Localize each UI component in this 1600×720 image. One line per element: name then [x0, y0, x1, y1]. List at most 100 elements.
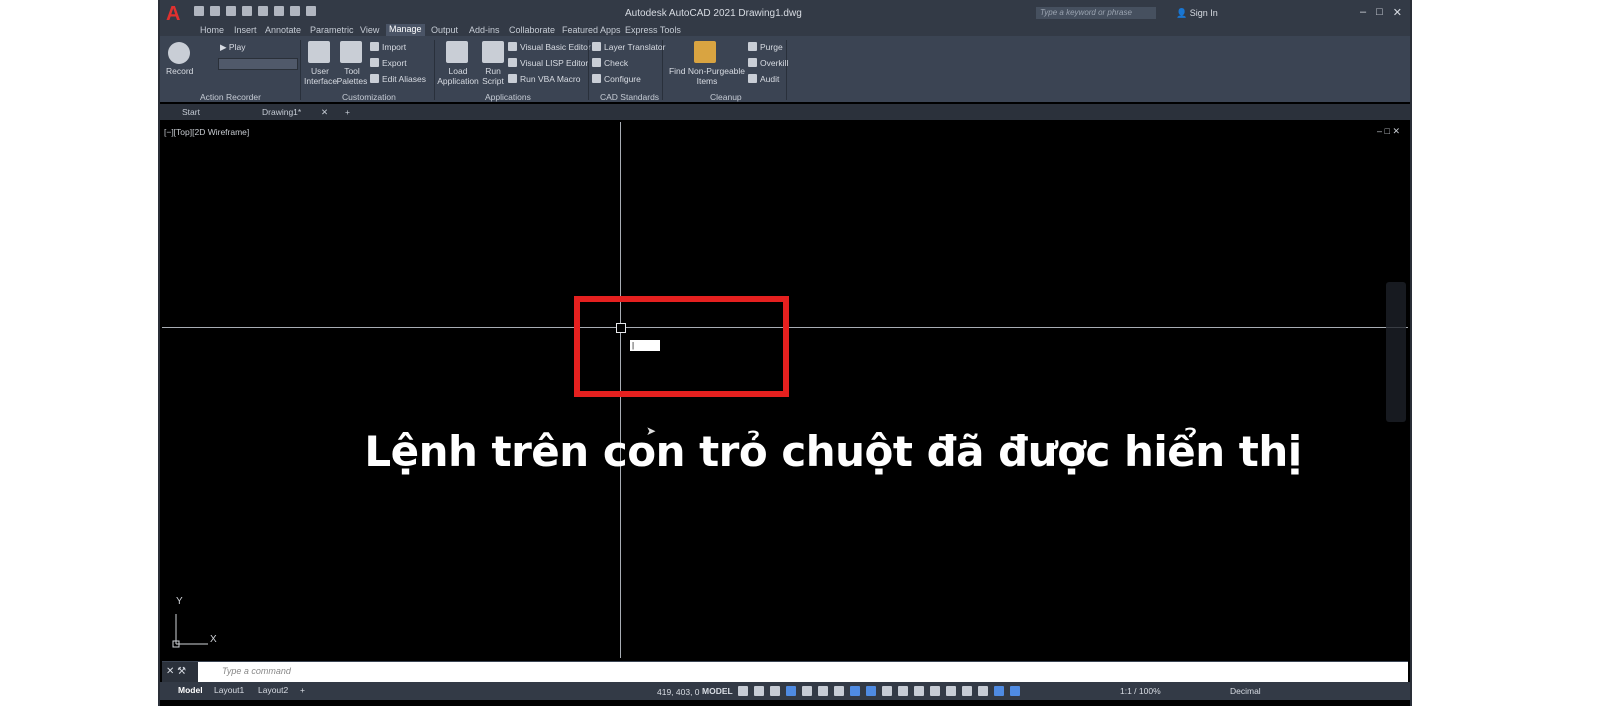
record-icon[interactable]: [168, 42, 190, 64]
lineweight-icon[interactable]: [882, 686, 892, 696]
user-interface-button[interactable]: User Interface: [304, 66, 337, 86]
navigation-bar[interactable]: [1386, 282, 1406, 422]
command-input[interactable]: Type a command: [222, 666, 291, 676]
layer-translator-button[interactable]: Layer Translator: [592, 42, 665, 52]
record-button[interactable]: Record: [166, 66, 193, 76]
visual-basic-editor-button[interactable]: Visual Basic Editor: [508, 42, 591, 52]
grid-icon[interactable]: [738, 686, 748, 696]
minimize-icon[interactable]: –: [1360, 6, 1366, 19]
autocad-logo-icon[interactable]: A: [166, 4, 186, 24]
snap-icon[interactable]: [754, 686, 764, 696]
edit-aliases-icon: [370, 74, 379, 83]
user-interface-icon[interactable]: [308, 41, 330, 63]
run-script-button[interactable]: Run Script: [480, 66, 506, 86]
tab-layout1[interactable]: Layout1: [214, 685, 244, 695]
find-broom-icon[interactable]: [694, 41, 716, 63]
infer-constraints-icon[interactable]: [770, 686, 780, 696]
run-vba-macro-button[interactable]: Run VBA Macro: [508, 74, 580, 84]
plot-icon[interactable]: [258, 6, 268, 16]
ucs-icon: Y X: [172, 596, 232, 653]
save-as-icon[interactable]: [242, 6, 252, 16]
search-input[interactable]: Type a keyword or phrase: [1036, 7, 1156, 19]
tab-model[interactable]: Model: [178, 685, 203, 695]
open-icon[interactable]: [210, 6, 220, 16]
check-button[interactable]: Check: [592, 58, 628, 68]
redo-icon[interactable]: [306, 6, 316, 16]
export-button[interactable]: Export: [370, 58, 407, 68]
command-line-controls[interactable]: ✕ ⚒: [162, 662, 198, 682]
close-tab-icon[interactable]: ✕: [321, 107, 328, 118]
sign-in-button[interactable]: 👤 Sign In: [1176, 8, 1218, 19]
tab-home[interactable]: Home: [200, 25, 224, 35]
tool-palettes-button[interactable]: Tool Palettes: [336, 66, 368, 86]
dynamic-input-icon[interactable]: [786, 686, 796, 696]
3d-osnap-icon[interactable]: [930, 686, 940, 696]
print-icon[interactable]: [274, 6, 284, 16]
auto-scale-icon[interactable]: [1010, 686, 1020, 696]
macro-dropdown[interactable]: [218, 58, 298, 70]
overkill-button[interactable]: Overkill: [748, 58, 788, 68]
gizmo-icon[interactable]: [978, 686, 988, 696]
tab-express-tools[interactable]: Express Tools: [625, 25, 681, 35]
visual-lisp-editor-button[interactable]: Visual LISP Editor: [508, 58, 588, 68]
model-space-button[interactable]: MODEL: [702, 686, 733, 696]
tab-output[interactable]: Output: [431, 25, 458, 35]
isodraft-icon[interactable]: [834, 686, 844, 696]
tab-manage[interactable]: Manage: [386, 24, 425, 36]
transparency-icon[interactable]: [898, 686, 908, 696]
tab-annotate[interactable]: Annotate: [265, 25, 301, 35]
load-application-icon[interactable]: [446, 41, 468, 63]
tab-add-ins[interactable]: Add-ins: [469, 25, 500, 35]
tab-start[interactable]: Start: [182, 107, 200, 117]
tab-drawing1[interactable]: Drawing1*: [262, 107, 301, 117]
tool-palettes-icon[interactable]: [340, 41, 362, 63]
overkill-label: Overkill: [760, 58, 789, 68]
export-icon: [370, 58, 379, 67]
new-icon[interactable]: [194, 6, 204, 16]
add-layout-icon[interactable]: +: [300, 685, 305, 695]
load-application-button[interactable]: Load Application: [436, 66, 480, 86]
viewport-controls-label[interactable]: [−][Top][2D Wireframe]: [164, 127, 249, 137]
undo-icon[interactable]: [290, 6, 300, 16]
drafting-tools: [738, 686, 1020, 696]
drawing-viewport[interactable]: [−][Top][2D Wireframe] – □ ✕ | ➤ Lệnh tr…: [162, 122, 1408, 658]
configure-button[interactable]: Configure: [592, 74, 641, 84]
maximize-icon[interactable]: □: [1376, 6, 1383, 19]
edit-aliases-button[interactable]: Edit Aliases: [370, 74, 426, 84]
import-button[interactable]: Import: [370, 42, 406, 52]
audit-button[interactable]: Audit: [748, 74, 779, 84]
selection-cycling-icon[interactable]: [914, 686, 924, 696]
object-snap-icon[interactable]: [866, 686, 876, 696]
run-macro-icon: [508, 74, 517, 83]
object-snap-tracking-icon[interactable]: [850, 686, 860, 696]
tab-collaborate[interactable]: Collaborate: [509, 25, 555, 35]
tab-insert[interactable]: Insert: [234, 25, 257, 35]
dynamic-ucs-icon[interactable]: [946, 686, 956, 696]
run-script-icon[interactable]: [482, 41, 504, 63]
tab-featured-apps[interactable]: Featured Apps: [562, 25, 621, 35]
annotation-scale[interactable]: 1:1 / 100%: [1120, 686, 1161, 696]
save-icon[interactable]: [226, 6, 236, 16]
find-non-purgeable-button[interactable]: Find Non-Purgeable Items: [668, 66, 746, 86]
panel-applications[interactable]: Applications: [485, 92, 531, 102]
tab-layout2[interactable]: Layout2: [258, 685, 288, 695]
panel-action-recorder[interactable]: Action Recorder: [200, 92, 261, 102]
units-dropdown[interactable]: Decimal: [1230, 686, 1261, 696]
sign-in-label: Sign In: [1189, 8, 1218, 18]
new-tab-icon[interactable]: +: [345, 107, 350, 117]
tab-view[interactable]: View: [360, 25, 379, 35]
purge-button[interactable]: Purge: [748, 42, 783, 52]
annotation-visibility-icon[interactable]: [994, 686, 1004, 696]
panel-divider: [588, 40, 589, 100]
close-icon[interactable]: ✕: [1393, 6, 1402, 19]
ortho-icon[interactable]: [802, 686, 812, 696]
polar-tracking-icon[interactable]: [818, 686, 828, 696]
viewport-window-controls[interactable]: – □ ✕: [1377, 126, 1400, 137]
video-caption: Lệnh trên con trỏ chuột đã được hiển thị: [364, 427, 1302, 476]
purge-label: Purge: [760, 42, 783, 52]
tab-parametric[interactable]: Parametric: [310, 25, 354, 35]
selection-filter-icon[interactable]: [962, 686, 972, 696]
panel-divider: [662, 40, 663, 100]
coordinates-readout[interactable]: 419, 403, 0: [657, 687, 700, 697]
play-button[interactable]: ▶ Play: [220, 42, 245, 53]
